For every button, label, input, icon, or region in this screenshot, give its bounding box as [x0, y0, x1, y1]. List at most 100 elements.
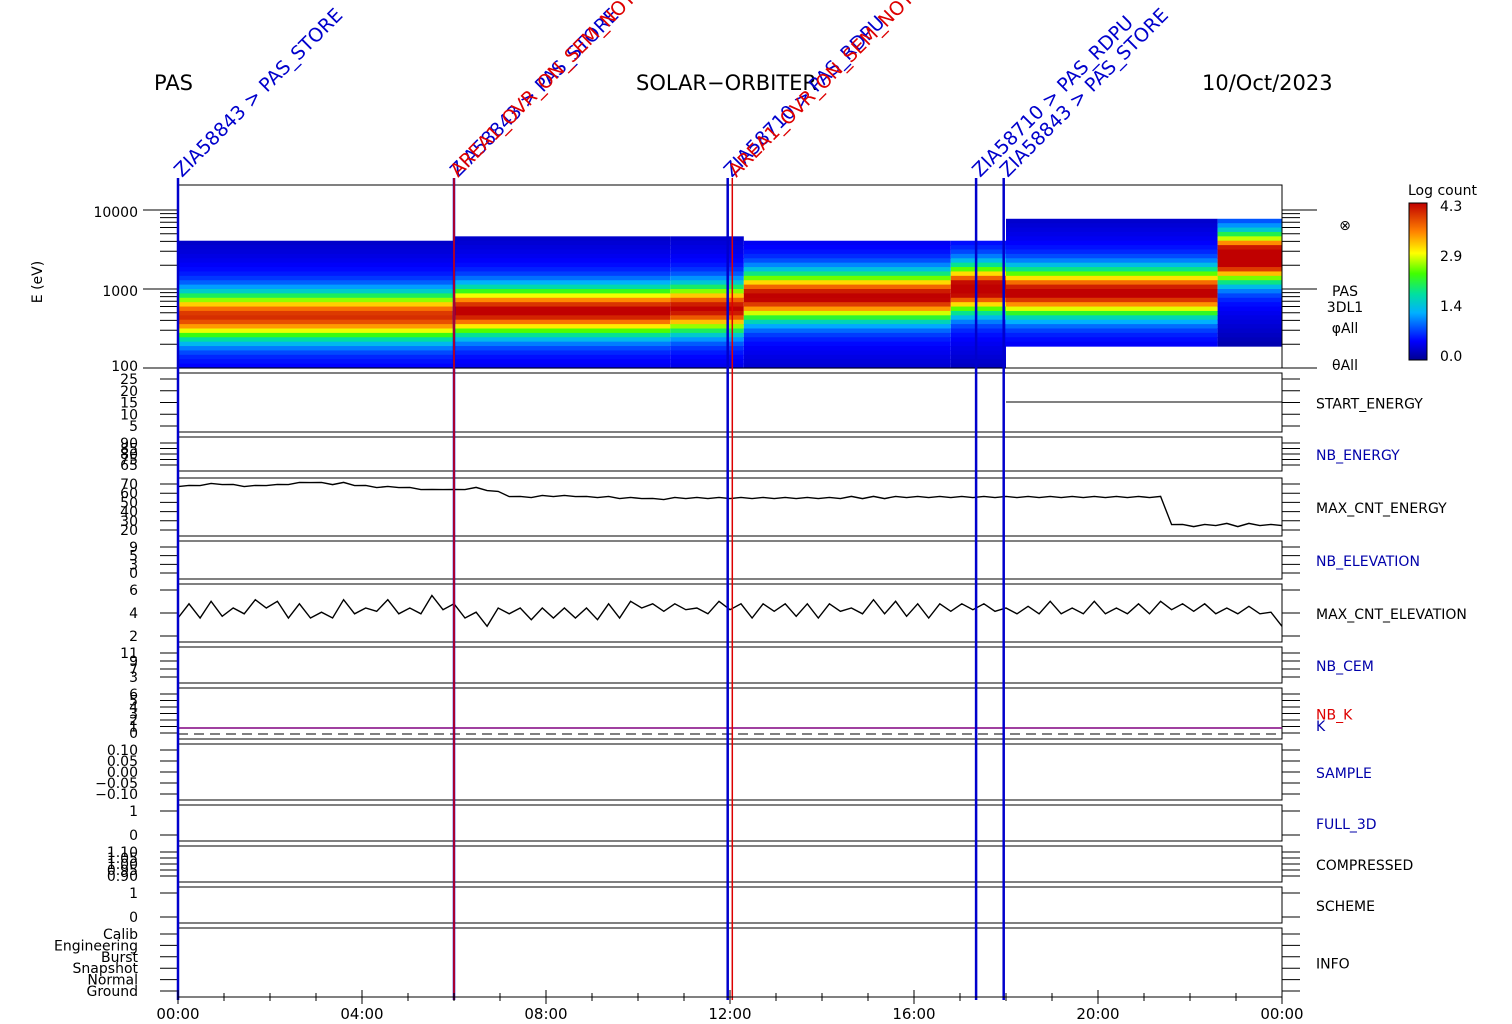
spectrogram-cell — [1217, 319, 1282, 325]
spectrogram-cell — [454, 249, 671, 255]
spectrogram-cell — [950, 240, 1006, 246]
panel-ytick: 3 — [129, 670, 138, 686]
spectrogram-cell — [743, 319, 951, 325]
spectrogram-cell — [1217, 253, 1282, 259]
spectrogram-cell — [1006, 319, 1218, 325]
spectrogram-cell — [1217, 249, 1282, 255]
spectrogram-cell — [950, 324, 1006, 330]
spectrogram-cell — [454, 359, 671, 365]
spectrogram-cell — [1217, 310, 1282, 316]
header-date: 10/Oct/2023 — [1202, 71, 1333, 95]
spectrogram-cell — [743, 275, 951, 281]
header-instrument: PAS — [154, 71, 193, 95]
spectrogram-cell — [1217, 324, 1282, 330]
panel-ytick: 0 — [129, 726, 138, 742]
spectrogram-cell — [743, 350, 951, 356]
panel-ytick: 6 — [129, 583, 138, 599]
spectrogram-cell — [1217, 280, 1282, 286]
panel-label-scheme: SCHEME — [1316, 899, 1375, 915]
event-label: AREA1_OVR_ON_SEM_NOT — [446, 0, 640, 182]
time-axis-label: 00:00 — [156, 1005, 199, 1020]
spectrogram-cell — [1006, 245, 1218, 251]
spectrogram-cell — [950, 328, 1006, 334]
spec-ytick-1000: 1000 — [102, 284, 138, 300]
spectrogram-cell — [1006, 289, 1218, 294]
spectrogram-cell — [454, 310, 671, 316]
spectrogram-cell — [743, 359, 951, 365]
panel-ytick: 2 — [129, 629, 138, 645]
spectrogram-cell — [178, 315, 454, 321]
spectrogram-cell — [1217, 293, 1282, 299]
spectrogram-cell — [743, 245, 951, 251]
panel-ytick: 0 — [129, 828, 138, 844]
spectrogram-cell — [178, 289, 454, 294]
time-axis-label: 00:00 — [1260, 1005, 1303, 1020]
spectrogram-cell — [178, 324, 454, 330]
spectrogram-cell — [743, 253, 951, 259]
panel-ytick: 0.90 — [107, 869, 138, 885]
spectrogram-ylabel: E (eV) — [30, 261, 46, 303]
spectrogram-cell — [1217, 315, 1282, 321]
panel-label-start_energy: START_ENERGY — [1316, 397, 1423, 413]
spectrogram-cell — [950, 253, 1006, 259]
housekeeping-panels: 252015105START_ENERGY9085807565NB_ENERGY… — [54, 372, 1467, 1000]
panel-label-info: INFO — [1316, 957, 1350, 973]
panel-label-max_cnt_elevation: MAX_CNT_ELEVATION — [1316, 607, 1467, 623]
spectrogram-cell — [178, 249, 454, 255]
spectrogram-cell — [1217, 227, 1282, 233]
spectrogram-cell — [743, 262, 951, 268]
panel-ytick: 1 — [129, 886, 138, 902]
spectrogram-cell — [743, 271, 951, 277]
panel-frame-scheme — [177, 886, 1283, 924]
spectrogram-cell — [743, 337, 951, 343]
spectrogram-cell — [743, 302, 951, 308]
spectrogram-cell — [178, 240, 454, 246]
spectrogram-cell — [178, 245, 454, 251]
spectrogram-cell — [1217, 240, 1282, 246]
spectrogram-cell — [1006, 302, 1218, 308]
spectrogram-cell — [1217, 284, 1282, 290]
spectrogram-cell — [454, 245, 671, 251]
colorbar — [1408, 202, 1428, 361]
spectrogram-cell — [178, 350, 454, 356]
spectrogram — [143, 184, 1317, 369]
spectrogram-cell — [178, 319, 454, 325]
spectrogram-cell — [1006, 236, 1218, 242]
spectrogram-cell — [1217, 302, 1282, 308]
panel-ytick: 5 — [129, 419, 138, 435]
spectrogram-cell — [743, 249, 951, 255]
spectrogram-cell — [1006, 271, 1218, 277]
k-label: K — [1316, 719, 1326, 735]
spectrogram-cell — [178, 280, 454, 286]
time-axis-label: 08:00 — [524, 1005, 567, 1020]
spectrogram-cell — [454, 253, 671, 259]
event-label: ZIA58710 > PAS_RDPU — [968, 12, 1138, 182]
panel-ytick: 0 — [129, 566, 138, 582]
spectrogram-cell — [178, 267, 454, 273]
spectrogram-cell — [454, 341, 671, 347]
spectrogram-cell — [743, 310, 951, 316]
spectrogram-cell — [1006, 240, 1218, 246]
spectrogram-cell — [950, 302, 1006, 308]
spectrogram-cell — [454, 271, 671, 277]
spectrogram-cell — [454, 350, 671, 356]
spectrogram-cell — [178, 306, 454, 312]
spectrogram-cell — [950, 293, 1006, 299]
panel-ytick: 0 — [129, 910, 138, 926]
panel-ytick: 4 — [129, 606, 138, 622]
spectrogram-cell — [743, 306, 951, 312]
spectrogram-cell — [950, 280, 1006, 286]
spectrogram-cell — [1006, 280, 1218, 286]
spectrogram-cell — [178, 341, 454, 347]
spectrogram-cell — [743, 284, 951, 290]
panel-frame-compressed — [177, 845, 1283, 883]
spectrogram-cell — [1006, 341, 1218, 347]
spectrogram-cell — [743, 258, 951, 264]
panel-frame-nb_cem — [177, 646, 1283, 684]
panel-label-nb_energy: NB_ENERGY — [1316, 448, 1400, 464]
spectrogram-cell — [178, 293, 454, 299]
spectrogram-cell — [1217, 245, 1282, 251]
panel-frame-nb_k — [177, 687, 1283, 740]
spectrogram-cell — [743, 328, 951, 334]
colorbar-tick-max: 4.3 — [1440, 199, 1462, 215]
